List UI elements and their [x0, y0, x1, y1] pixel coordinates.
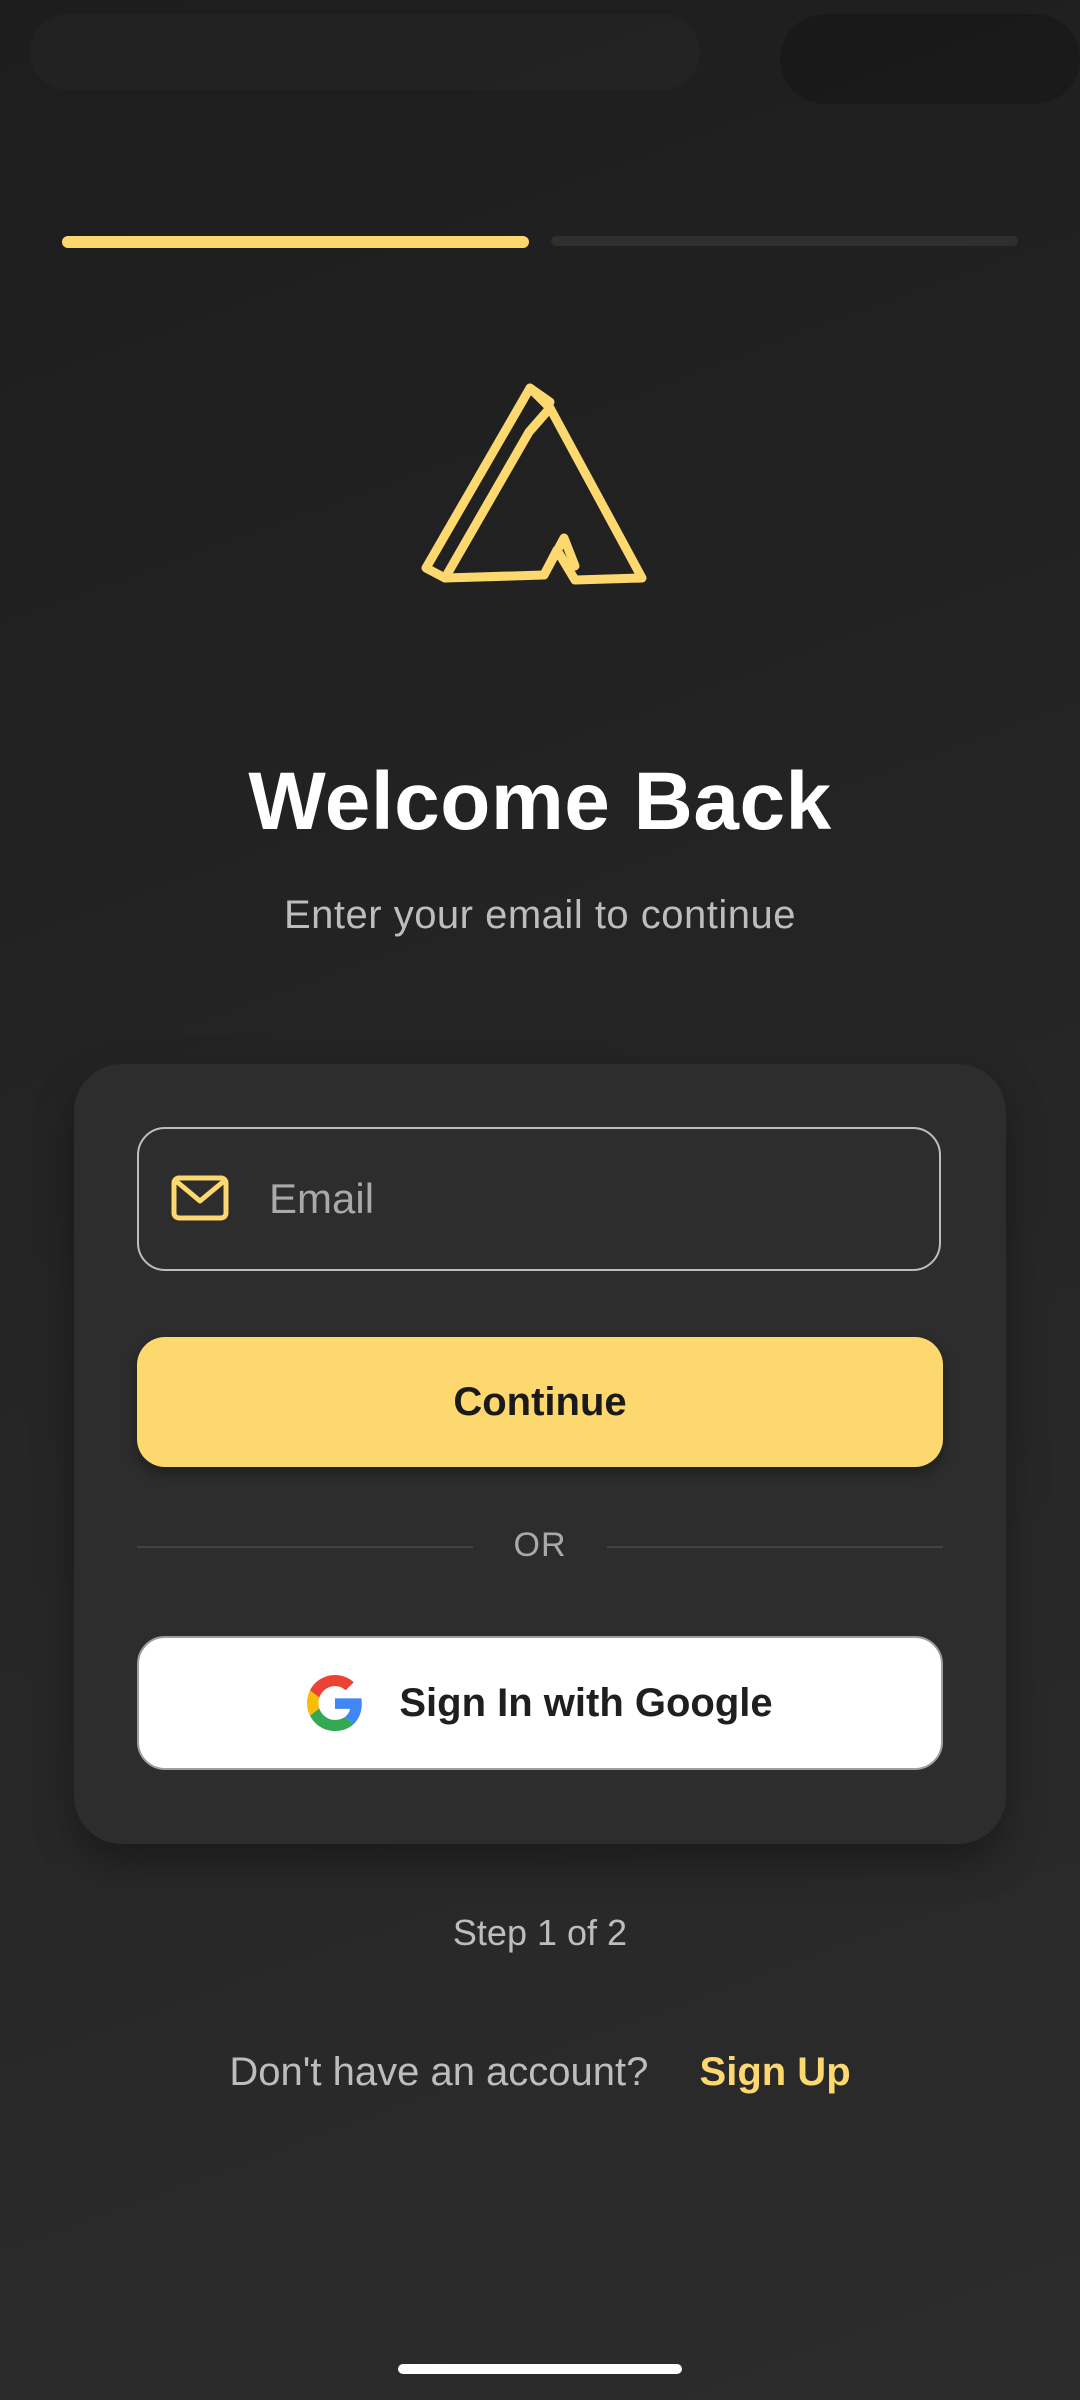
step-indicator: Step 1 of 2: [452, 1912, 628, 1953]
divider-line-left: [137, 1546, 473, 1548]
google-icon: [307, 1675, 363, 1731]
signup-prompt: Don't have an account?: [229, 2050, 649, 2094]
divider-or: OR: [513, 1526, 567, 1564]
email-field[interactable]: [137, 1127, 941, 1271]
home-indicator[interactable]: [398, 2364, 682, 2374]
progress-segment-2: [551, 236, 1018, 246]
app-logo-icon: [421, 383, 647, 585]
sign-up-link[interactable]: Sign Up: [700, 2050, 851, 2094]
email-input[interactable]: [269, 1129, 909, 1269]
google-sign-in-label: Sign In with Google: [399, 1680, 773, 1725]
signup-row: Don't have an account? Sign Up: [0, 2050, 1080, 2095]
status-bar-left: [30, 14, 700, 90]
progress-segment-1: [62, 236, 529, 248]
page-title: Welcome Back: [248, 756, 832, 847]
status-bar-right: [780, 14, 1080, 104]
mail-icon: [171, 1175, 229, 1221]
step-progress-bar: [62, 236, 1018, 248]
divider-line-right: [607, 1546, 943, 1548]
google-sign-in-button[interactable]: Sign In with Google: [137, 1636, 943, 1770]
continue-button[interactable]: Continue: [137, 1337, 943, 1467]
page-subtitle: Enter your email to continue: [283, 893, 797, 937]
